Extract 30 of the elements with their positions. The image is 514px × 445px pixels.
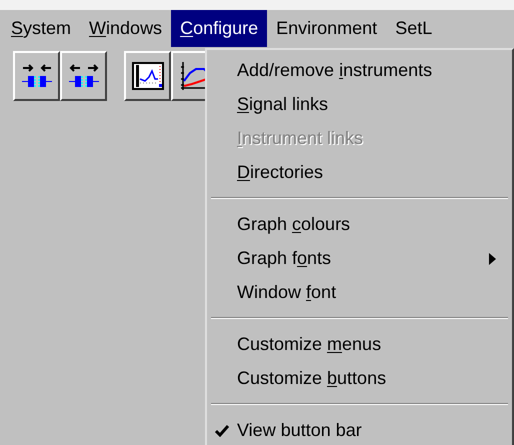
toolbar-button[interactable] bbox=[60, 51, 107, 101]
menu-item-label: Customize menus bbox=[237, 332, 382, 356]
menu-item[interactable]: Graph colours bbox=[207, 207, 512, 241]
instrument-panel-icon bbox=[130, 59, 164, 93]
menu-item-label: Directories bbox=[237, 160, 324, 184]
menu-item[interactable]: Add/remove instruments bbox=[207, 53, 512, 87]
menu-bar-item[interactable]: Windows bbox=[80, 10, 172, 47]
menu-item-label: Graph fonts bbox=[237, 246, 332, 270]
menu-bar-item[interactable]: Configure bbox=[171, 10, 268, 47]
menu-item-label: Instrument links bbox=[237, 126, 364, 150]
check-icon bbox=[215, 425, 229, 437]
menu-item[interactable]: Customize buttons bbox=[207, 361, 512, 395]
menu-item[interactable]: Directories bbox=[207, 155, 512, 189]
menu-item[interactable]: Graph fonts bbox=[207, 241, 512, 275]
menu-bar-item[interactable]: SetL bbox=[386, 10, 442, 47]
menu-item-label: Customize buttons bbox=[237, 366, 386, 390]
menu-item-label: Add/remove instruments bbox=[237, 58, 432, 82]
toolbar-button[interactable] bbox=[124, 51, 171, 101]
menu-bar-item[interactable]: Environment bbox=[267, 10, 386, 47]
menu-item-label: Window font bbox=[237, 280, 336, 304]
menu-item-label: Signal links bbox=[237, 92, 328, 116]
menu-item[interactable]: Customize menus bbox=[207, 327, 512, 361]
menu-bar-item[interactable]: System bbox=[2, 10, 80, 47]
menu-item[interactable]: Window font bbox=[207, 275, 512, 309]
toolbar-button[interactable] bbox=[13, 51, 60, 101]
menu-item[interactable]: Signal links bbox=[207, 87, 512, 121]
menu-item-label: View button bar bbox=[237, 418, 362, 442]
menu-item-label: Graph colours bbox=[237, 212, 350, 236]
submenu-arrow-icon bbox=[489, 253, 496, 265]
menu-item[interactable]: View button bar bbox=[207, 413, 512, 445]
